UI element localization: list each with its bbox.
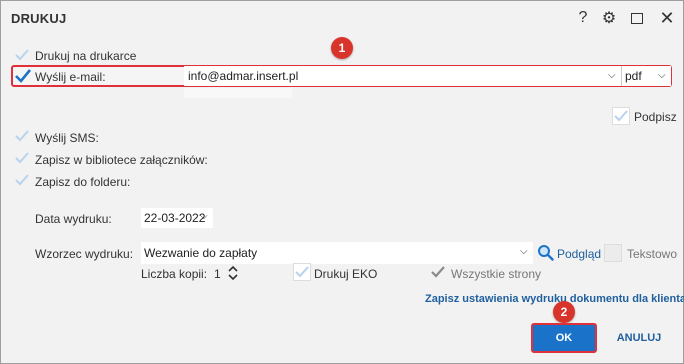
copies-label: Liczba kopii:: [141, 267, 208, 281]
all-pages-checkbox[interactable]: [429, 263, 447, 281]
email-checkbox[interactable]: [14, 67, 32, 85]
email-address-value: info@admar.insert.pl: [188, 69, 299, 83]
chevron-down-icon[interactable]: ⌵: [658, 70, 666, 81]
eco-checkbox[interactable]: [293, 263, 311, 281]
search-icon[interactable]: [537, 244, 554, 261]
maximize-icon[interactable]: [627, 8, 647, 28]
folder-label: Zapisz do folderu:: [35, 175, 131, 189]
email-label: Wyślij e-mail:: [35, 70, 106, 84]
copies-value[interactable]: 1: [214, 267, 221, 281]
print-checkbox[interactable]: [13, 46, 31, 64]
save-settings-link[interactable]: Zapisz ustawienia wydruku dokumentu dla …: [425, 293, 684, 305]
help-icon[interactable]: ?: [573, 8, 593, 28]
copies-stepper[interactable]: [225, 264, 241, 282]
folder-checkbox[interactable]: [13, 171, 31, 189]
print-label: Drukuj na drukarce: [35, 49, 137, 63]
step-badge-1: 1: [331, 37, 353, 59]
eco-label: Drukuj EKO: [314, 267, 378, 281]
sign-checkbox[interactable]: [612, 107, 630, 125]
gear-icon[interactable]: ⚙: [599, 8, 619, 28]
sms-label: Wyślij SMS:: [35, 131, 99, 145]
library-checkbox[interactable]: [13, 149, 31, 167]
email-dropdown-strip: [184, 88, 292, 98]
sign-label: Podpisz: [634, 110, 677, 124]
text-mode-checkbox[interactable]: [604, 244, 622, 262]
close-icon[interactable]: ✕: [657, 8, 677, 28]
dialog-title: DRUKUJ: [11, 11, 67, 26]
format-value: pdf: [625, 69, 642, 83]
template-value: Wezwanie do zapłaty: [144, 246, 258, 260]
text-mode-label: Tekstowo: [627, 247, 678, 261]
step-badge-2: 2: [553, 301, 575, 323]
print-date-value: 22-03-2022: [144, 211, 206, 225]
title-bar: DRUKUJ ? ⚙ ✕: [1, 1, 683, 35]
chevron-down-icon[interactable]: ⌵: [608, 70, 616, 81]
chevron-down-icon[interactable]: ⌵: [200, 211, 208, 222]
preview-link[interactable]: Podgląd: [557, 247, 601, 261]
sms-checkbox[interactable]: [13, 127, 31, 145]
template-label: Wzorzec wydruku:: [35, 247, 134, 261]
ok-button[interactable]: OK: [531, 323, 597, 353]
all-pages-label: Wszystkie strony: [451, 267, 542, 281]
library-label: Zapisz w bibliotece załączników:: [35, 153, 208, 167]
print-dialog: DRUKUJ ? ⚙ ✕ Drukuj na drukarce Wyślij e…: [0, 0, 684, 364]
cancel-button[interactable]: ANULUJ: [611, 323, 667, 353]
print-date-label: Data wydruku:: [35, 212, 112, 226]
chevron-down-icon[interactable]: ⌵: [520, 246, 528, 257]
